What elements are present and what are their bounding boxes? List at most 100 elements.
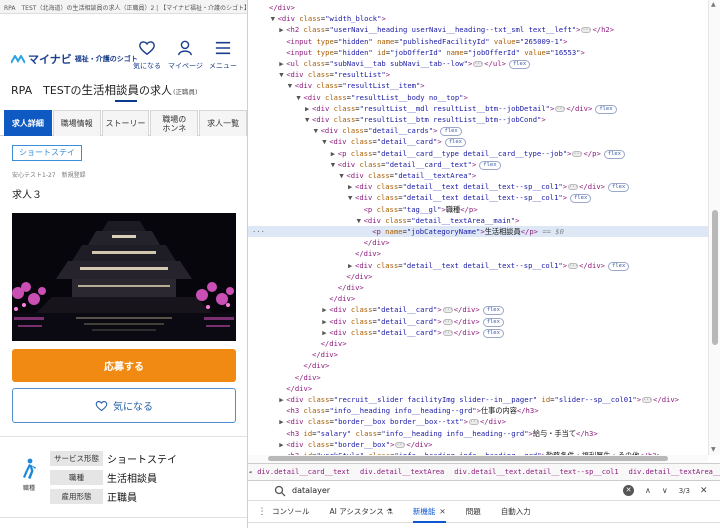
tab-story[interactable]: ストーリー	[101, 110, 150, 136]
dom-node[interactable]: </div>	[248, 349, 708, 360]
find-input[interactable]: datalayer	[292, 486, 592, 495]
clear-search-icon[interactable]: ✕	[623, 485, 634, 496]
dom-node[interactable]: <h3 id="salary" class="info__heading inf…	[248, 428, 708, 439]
site-logo[interactable]: マイナビ 福祉・介護のシゴト	[11, 51, 138, 67]
drawer-menu-icon[interactable]: ⋮	[252, 507, 272, 517]
dom-node-markup: </div>	[286, 383, 313, 393]
dom-node[interactable]: ▼ <div class="width_block">	[248, 13, 708, 24]
dom-node[interactable]: </div>	[248, 271, 708, 282]
walking-person-icon	[23, 458, 36, 479]
collapse-triangle-icon[interactable]: ▶	[348, 181, 355, 192]
dom-node[interactable]: ▼ <div class="resultList__item">	[248, 80, 708, 91]
dom-node[interactable]: ▶ <div class="detail__card"> ···</div> flex	[248, 327, 708, 338]
dom-node[interactable]: </div>	[248, 372, 708, 383]
dom-node-markup: <div class="detail__text detail__text--s…	[355, 193, 592, 204]
dom-node[interactable]: <input type="hidden" id="jobOfferId" nam…	[248, 47, 708, 58]
expand-triangle-icon[interactable]: ▼	[305, 114, 312, 125]
scrollbar-thumb[interactable]	[712, 210, 718, 345]
drawer-tab-console[interactable]: コンソール	[272, 501, 310, 523]
dom-node[interactable]: ▶ <div class="detail__text detail__text--…	[248, 181, 708, 193]
header-menu-label: メニュー	[209, 62, 237, 70]
dom-node[interactable]: </div>	[248, 2, 708, 13]
dom-node-markup: <div class="resultList__btm resultList__…	[312, 115, 546, 124]
scroll-up-arrow-icon[interactable]: ▲	[711, 1, 716, 8]
dom-node-markup: </div>	[337, 283, 364, 292]
expand-triangle-icon[interactable]: ▼	[288, 80, 295, 91]
dom-node[interactable]: ▶ <div class="resultList__mdl resultList_…	[248, 103, 708, 114]
breadcrumb-left-icon[interactable]: ◂	[248, 468, 252, 476]
dom-node[interactable]: ▼ <div class="detail__card"> flex	[248, 136, 708, 148]
breadcrumb-item[interactable]: div.detail__textArea__main	[629, 468, 720, 476]
dom-node[interactable]: </div>	[248, 248, 708, 259]
next-match-icon[interactable]: ∨	[662, 486, 668, 495]
dom-node[interactable]: </div>	[248, 338, 708, 349]
expand-triangle-icon[interactable]: ▼	[357, 215, 364, 226]
tab-job-list[interactable]: 求人一覧	[199, 110, 247, 136]
dom-node-markup: <div class="border__box border__box--txt…	[286, 417, 506, 427]
dom-node[interactable]: ▼ <div class="resultList__body no__top">	[248, 92, 708, 103]
match-count: 3/3	[678, 486, 690, 495]
dom-node[interactable]: ▶ <div class="detail__card"> ···</div> flex	[248, 316, 708, 327]
collapse-triangle-icon[interactable]: ▶	[348, 260, 355, 271]
info-label-occupation: 職種	[50, 470, 103, 485]
apply-button[interactable]: 応募する	[12, 349, 236, 382]
expand-triangle-icon[interactable]: ▼	[348, 192, 355, 203]
dom-node[interactable]: ▶ <div class="detail__text detail__text--…	[248, 260, 708, 271]
scrollbar-thumb[interactable]	[268, 456, 668, 461]
scroll-down-arrow-icon[interactable]: ▼	[711, 446, 716, 453]
dom-node-selected[interactable]: ··· <p name="jobCategoryName">生活相談員</p> =…	[248, 226, 708, 238]
dom-node[interactable]: ▶ <div class="border__box border__box--tx…	[248, 416, 708, 427]
expand-triangle-icon[interactable]: ▼	[314, 125, 321, 136]
dom-node[interactable]: ▶ <div class="detail__card"> ···</div> flex	[248, 304, 708, 316]
header-mypage-button[interactable]: マイページ	[168, 40, 203, 71]
breadcrumb-item[interactable]: div.detail__card__text	[257, 468, 350, 476]
dom-node[interactable]: ▶ <h2 class="userNavi__heading userNavi__…	[248, 24, 708, 35]
dom-node[interactable]: <p class="tag__gl">職種</p>	[248, 204, 708, 215]
expand-triangle-icon[interactable]: ▼	[331, 159, 338, 170]
header-menu-button[interactable]: メニュー	[206, 40, 240, 71]
dom-node[interactable]: </div>	[248, 360, 708, 371]
dom-node-markup: <div class="detail__card__text"> flex	[338, 160, 501, 170]
tab-workplace-honne[interactable]: 職場の ホンネ	[150, 110, 199, 136]
occupation-icon-block: 職種	[18, 458, 40, 493]
breadcrumb-item[interactable]: div.detail__text.detail__text--sp__col1	[454, 468, 618, 476]
tab-workplace-info[interactable]: 職場情報	[52, 110, 101, 136]
dom-node[interactable]: ▼ <div class="detail__cards"> flex	[248, 125, 708, 137]
header-icon-group: 気になる マイページ メニュー	[130, 40, 240, 71]
dom-node[interactable]: ▶ <p class="detail__card__type detail__ca…	[248, 148, 708, 159]
dom-node[interactable]: ▼ <div class="resultList">	[248, 69, 708, 80]
dom-node[interactable]: ▶ <ul class="subNavi__tab subNavi__tab--l…	[248, 58, 708, 69]
previous-match-icon[interactable]: ∧	[645, 486, 651, 495]
dom-node[interactable]: </div>	[248, 237, 708, 248]
dom-node[interactable]: ▼ <div class="detail__text detail__text--…	[248, 192, 708, 204]
dom-node[interactable]: </div>	[248, 383, 708, 394]
drawer-tab-ai-assistance[interactable]: AI アシスタンス ⚗	[330, 501, 393, 523]
dom-node[interactable]: ▼ <div class="detail__textArea__main">	[248, 215, 708, 226]
tab-job-detail[interactable]: 求人詳細	[4, 110, 52, 136]
expand-triangle-icon[interactable]: ▼	[271, 13, 278, 24]
close-find-icon[interactable]: ✕	[700, 486, 708, 496]
favorite-button[interactable]: 気になる	[12, 388, 236, 423]
elements-horizontal-scrollbar[interactable]	[248, 455, 708, 463]
selected-node-marker[interactable]: ···	[252, 226, 265, 237]
breadcrumb-item[interactable]: div.detail__textArea	[360, 468, 444, 476]
header-favorite-button[interactable]: 気になる	[130, 40, 164, 71]
drawer-tab-autofill[interactable]: 自動入力	[501, 501, 531, 523]
dom-node[interactable]: ▼ <div class="resultList__btm resultList_…	[248, 114, 708, 125]
collapse-triangle-icon[interactable]: ▶	[305, 103, 312, 114]
elements-vertical-scrollbar[interactable]: ▲ ▼	[708, 0, 720, 455]
drawer-tab-issues[interactable]: 問題	[466, 501, 481, 523]
elements-tree[interactable]: </div> ▼ <div class="width_block"> ▶ <h2 cla…	[248, 0, 708, 455]
dom-node[interactable]: ▼ <div class="detail__card__text"> flex	[248, 159, 708, 170]
dom-node[interactable]: ▶ <div class="recruit__slider facilityImg…	[248, 394, 708, 405]
close-tab-icon[interactable]: ✕	[439, 507, 445, 516]
dom-node[interactable]: ▼ <div class="detail__textArea">	[248, 170, 708, 181]
info-value-service: ショートステイ	[107, 455, 177, 466]
dom-node[interactable]: <h3 class="info__heading info__heading--…	[248, 405, 708, 416]
dom-node[interactable]: </div>	[248, 282, 708, 293]
dom-node[interactable]: <input type="hidden" name="publishedFaci…	[248, 36, 708, 47]
collapse-triangle-icon[interactable]: ▶	[331, 148, 338, 159]
dom-node[interactable]: ▶ <div class="border__box"> ···</div>	[248, 439, 708, 450]
dom-node[interactable]: </div>	[248, 293, 708, 304]
drawer-tab-whats-new[interactable]: 新機能 ✕	[412, 501, 446, 523]
